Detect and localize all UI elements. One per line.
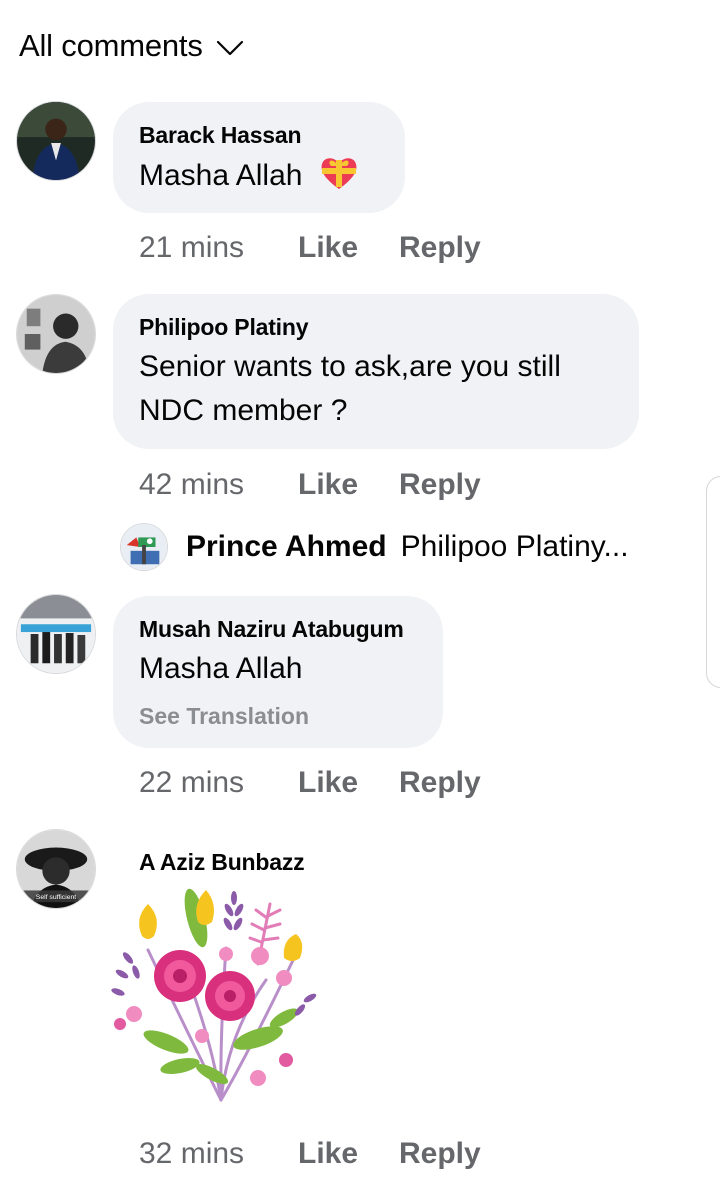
reply-button[interactable]: Reply: [399, 468, 481, 502]
comment-text-line: Senior wants to ask,are you still: [139, 350, 561, 383]
comment-time[interactable]: 22 mins: [139, 766, 298, 800]
like-button[interactable]: Like: [298, 766, 399, 800]
comment-author[interactable]: A Aziz Bunbazz: [139, 846, 305, 878]
flower-bouquet-sticker[interactable]: [108, 884, 334, 1106]
comment-bubble[interactable]: Philipoo Platiny Senior wants to ask,are…: [113, 294, 639, 449]
comment-text: Senior wants to ask,are you still NDC me…: [139, 345, 613, 433]
gift-heart-emoji-icon: [321, 158, 357, 189]
comment-actions: 21 mins Like Reply: [139, 225, 481, 271]
profile-photo: [17, 102, 95, 180]
comment-text: Masha Allah: [139, 153, 379, 198]
profile-photo: Self sufficient: [17, 830, 95, 908]
comment-text: Masha Allah: [139, 652, 303, 685]
comment-actions: 22 mins Like Reply: [139, 760, 481, 806]
reply-button[interactable]: Reply: [399, 1137, 481, 1171]
comment-author[interactable]: Philipoo Platiny: [139, 311, 613, 343]
reply-author: Prince Ahmed: [186, 530, 387, 563]
chevron-down-icon: [216, 40, 243, 56]
view-replies-link[interactable]: Prince Ahmed Philipoo Platiny...: [120, 522, 629, 572]
avatar-caption: Self sufficient: [36, 894, 76, 901]
comment-author[interactable]: Barack Hassan: [139, 119, 379, 151]
avatar-barack-hassan[interactable]: [16, 101, 96, 181]
comment-actions: 42 mins Like Reply: [139, 462, 481, 508]
profile-photo: [17, 595, 95, 673]
side-panel-edge: [706, 476, 720, 688]
filter-label: All comments: [19, 28, 203, 63]
like-button[interactable]: Like: [298, 1137, 399, 1171]
comment-text-line: NDC member ?: [139, 394, 348, 427]
avatar-a-aziz-bunbazz[interactable]: Self sufficient: [16, 829, 96, 909]
comment-author[interactable]: Musah Naziru Atabugum: [139, 613, 417, 645]
avatar-musah-naziru-atabugum[interactable]: [16, 594, 96, 674]
comment-bubble[interactable]: Musah Naziru Atabugum Masha Allah See Tr…: [113, 596, 443, 748]
comment-bubble[interactable]: Barack Hassan Masha Allah: [113, 102, 405, 213]
avatar-philipoo-platiny[interactable]: [16, 294, 96, 374]
reply-button[interactable]: Reply: [399, 231, 481, 265]
like-button[interactable]: Like: [298, 468, 399, 502]
all-comments-filter[interactable]: All comments: [19, 24, 245, 68]
comment-time[interactable]: 21 mins: [139, 231, 298, 265]
like-button[interactable]: Like: [298, 231, 399, 265]
comment-time[interactable]: 32 mins: [139, 1137, 298, 1171]
see-translation-link[interactable]: See Translation: [139, 701, 417, 731]
comment-actions: 32 mins Like Reply: [139, 1131, 481, 1177]
reply-button[interactable]: Reply: [399, 766, 481, 800]
reply-preview-text: Philipoo Platiny...: [400, 530, 629, 563]
comment-time[interactable]: 42 mins: [139, 468, 298, 502]
avatar-prince-ahmed: [120, 523, 168, 571]
profile-photo: [17, 295, 95, 373]
